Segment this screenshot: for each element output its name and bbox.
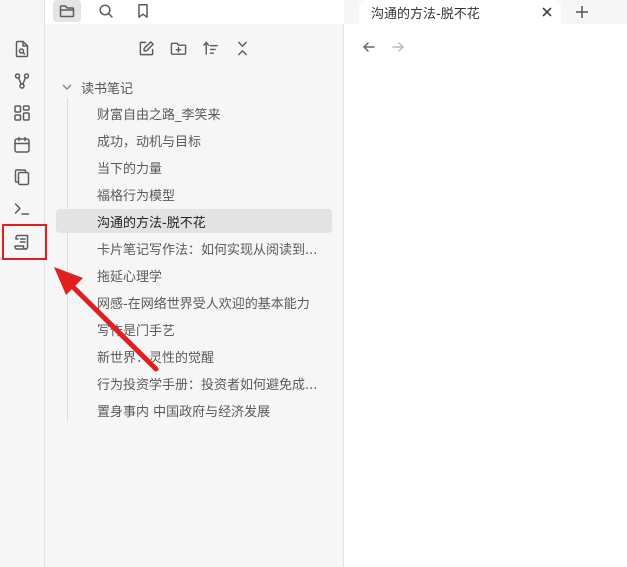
left-ribbon — [0, 0, 45, 567]
editor-pane — [344, 24, 627, 567]
forward-arrow-icon[interactable] — [389, 38, 407, 56]
top-toolbar — [0, 0, 344, 24]
file-item[interactable]: 拖延心理学 — [56, 263, 332, 287]
file-item[interactable]: 新世界：灵性的觉醒 — [56, 344, 332, 368]
sort-icon[interactable] — [198, 36, 222, 60]
new-note-icon[interactable] — [134, 36, 158, 60]
file-explorer: 读书笔记 财富自由之路_李笑来 成功，动机与目标 当下的力量 福格行为模型 沟通… — [45, 24, 344, 567]
folder-item[interactable]: 读书笔记 — [61, 77, 133, 97]
terminal-icon[interactable] — [11, 198, 33, 220]
grid-icon[interactable] — [11, 102, 33, 124]
new-tab-icon[interactable] — [572, 2, 592, 22]
file-item[interactable]: 写作是门手艺 — [56, 317, 332, 341]
folder-name: 读书笔记 — [81, 81, 134, 97]
back-arrow-icon[interactable] — [360, 38, 378, 56]
file-item[interactable]: 行为投资学手册：投资者如何避免成... — [56, 371, 332, 395]
annotation-highlight-box — [2, 224, 47, 260]
tab-active[interactable]: 沟通的方法-脱不花 — [359, 0, 561, 24]
search-icon[interactable] — [92, 0, 120, 22]
explorer-nav-buttons — [45, 36, 343, 60]
copy-icon[interactable] — [11, 166, 33, 188]
bookmark-icon[interactable] — [129, 0, 157, 22]
new-folder-icon[interactable] — [166, 36, 190, 60]
chevron-down-icon — [61, 81, 73, 93]
file-item[interactable]: 网感-在网络世界受人欢迎的基本能力 — [56, 290, 332, 314]
tab-strip: 沟通的方法-脱不花 — [344, 0, 627, 24]
calendar-icon[interactable] — [11, 134, 33, 156]
file-item[interactable]: 福格行为模型 — [56, 182, 332, 206]
tab-title: 沟通的方法-脱不花 — [371, 6, 480, 22]
file-item[interactable]: 当下的力量 — [56, 155, 332, 179]
file-item[interactable]: 置身事内 中国政府与经济发展 — [56, 398, 332, 422]
file-item[interactable]: 卡片笔记写作法：如何实现从阅读到... — [56, 236, 332, 260]
file-item[interactable]: 成功，动机与目标 — [56, 128, 332, 152]
collapse-icon[interactable] — [230, 36, 254, 60]
close-icon[interactable] — [539, 4, 555, 20]
file-item[interactable]: 财富自由之路_李笑来 — [56, 101, 332, 125]
graph-icon[interactable] — [11, 70, 33, 92]
file-search-icon[interactable] — [11, 38, 33, 60]
file-item-active[interactable]: 沟通的方法-脱不花 — [56, 209, 332, 233]
folder-icon[interactable] — [53, 0, 81, 22]
